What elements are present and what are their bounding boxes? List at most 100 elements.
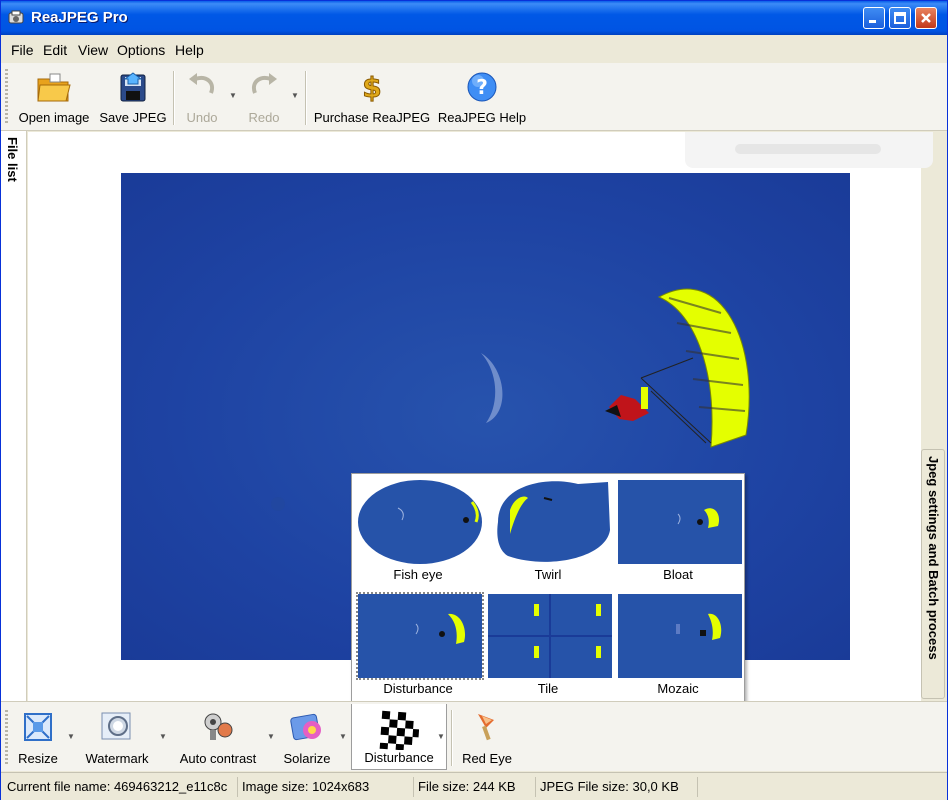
tile-thumbnail <box>488 594 612 678</box>
effects-separator <box>451 710 453 766</box>
mozaic-label: Mozaic <box>657 681 699 696</box>
window-title: ReaJPEG Pro <box>31 9 128 26</box>
save-jpeg-button[interactable]: Save JPEG <box>97 67 169 129</box>
effect-disturbance[interactable]: Disturbance <box>356 592 484 702</box>
toolbar-grip[interactable] <box>5 69 8 123</box>
menu-file[interactable]: File <box>11 42 34 58</box>
tile-label: Tile <box>537 681 559 696</box>
open-image-button[interactable]: Open image <box>15 67 93 129</box>
help-icon: ? <box>467 72 497 102</box>
status-empty-cell <box>697 777 945 797</box>
toolbar-separator <box>173 71 175 125</box>
effects-toolbar: Resize ▼ Watermark ▼ Auto contrast ▼ Sol… <box>1 701 947 771</box>
menu-options[interactable]: Options <box>117 42 165 58</box>
status-file-size: File size: 244 KB <box>413 777 531 797</box>
help-label: ReaJPEG Help <box>437 110 527 125</box>
toolbar-separator <box>305 71 307 125</box>
disturbance-icon <box>379 710 419 750</box>
jpeg-settings-label: Jpeg settings and Batch process <box>926 456 941 660</box>
menu-edit[interactable]: Edit <box>43 42 67 58</box>
open-image-label: Open image <box>18 110 90 125</box>
jpeg-settings-tab[interactable]: Jpeg settings and Batch process <box>921 449 945 699</box>
disturbance-label: Disturbance <box>383 681 453 696</box>
menu-help[interactable]: Help <box>175 42 204 58</box>
effect-fish-eye[interactable]: Fish eye <box>356 478 482 588</box>
red-eye-label: Red Eye <box>462 751 512 766</box>
effect-twirl[interactable]: Twirl <box>486 478 612 588</box>
file-size-label: File size: <box>418 779 470 794</box>
bloat-label: Bloat <box>663 567 693 582</box>
solarize-label: Solarize <box>283 751 331 766</box>
fish-eye-label: Fish eye <box>393 567 443 582</box>
solarize-button[interactable]: Solarize <box>281 704 333 770</box>
maximize-icon <box>894 12 906 24</box>
effect-tile[interactable]: Tile <box>486 592 612 702</box>
dollar-icon: $ <box>362 71 382 103</box>
file-list-tab[interactable]: File list <box>5 137 20 182</box>
save-jpeg-label: Save JPEG <box>99 110 167 125</box>
app-icon <box>8 10 24 24</box>
folder-icon <box>37 73 71 102</box>
jpeg-size-label: JPEG File size: <box>540 779 629 794</box>
jpeg-size-value: 30,0 KB <box>632 779 679 794</box>
red-eye-icon <box>478 714 494 741</box>
file-size-value: 244 KB <box>472 779 516 794</box>
app-window: ReaJPEG Pro File Edit View Options Help … <box>0 0 948 800</box>
main-toolbar: Open image Save JPEG Undo ▼ Redo ▼ $ Pur… <box>1 63 947 131</box>
progress-placeholder <box>685 132 933 168</box>
auto-contrast-dropdown-icon[interactable]: ▼ <box>267 732 275 741</box>
undo-label: Undo <box>186 110 218 125</box>
purchase-label: Purchase ReaJPEG <box>313 110 431 125</box>
watermark-icon <box>101 712 131 740</box>
title-bar[interactable]: ReaJPEG Pro <box>1 1 947 35</box>
redo-button[interactable]: Redo <box>241 67 287 129</box>
fish-eye-thumbnail <box>358 480 482 564</box>
undo-dropdown-icon[interactable]: ▼ <box>229 91 237 100</box>
disturbance-dropdown-icon[interactable]: ▼ <box>437 732 445 741</box>
menu-bar: File Edit View Options Help <box>1 35 947 63</box>
solarize-dropdown-icon[interactable]: ▼ <box>339 732 347 741</box>
file-name-value: 469463212_e11c8c <box>113 779 228 794</box>
bloat-thumbnail <box>618 480 742 564</box>
resize-dropdown-icon[interactable]: ▼ <box>67 732 75 741</box>
effects-toolbar-grip[interactable] <box>5 710 8 764</box>
disturbance-thumbnail <box>356 592 484 680</box>
help-button[interactable]: ? ReaJPEG Help <box>437 67 527 129</box>
disturbance-label: Disturbance <box>364 750 434 765</box>
svg-text:?: ? <box>476 75 488 99</box>
close-icon <box>921 13 931 23</box>
resize-button[interactable]: Resize <box>13 704 63 770</box>
twirl-thumbnail <box>488 480 612 564</box>
undo-icon <box>189 73 214 94</box>
watermark-button[interactable]: Watermark <box>81 704 153 770</box>
minimize-icon <box>869 20 876 23</box>
auto-contrast-icon <box>204 713 233 740</box>
disturbance-button[interactable]: Disturbance <box>351 704 447 770</box>
undo-button[interactable]: Undo <box>179 67 225 129</box>
image-size-label: Image size: <box>242 779 309 794</box>
maximize-button[interactable] <box>889 7 911 29</box>
solarize-icon <box>290 713 321 741</box>
status-jpeg-size: JPEG File size: 30,0 KB <box>535 777 695 797</box>
mozaic-thumbnail <box>618 594 742 678</box>
status-image-size: Image size: 1024x683 <box>237 777 407 797</box>
effect-mozaic[interactable]: Mozaic <box>616 592 742 702</box>
watermark-label: Watermark <box>85 751 149 766</box>
resize-icon <box>24 713 52 741</box>
watermark-dropdown-icon[interactable]: ▼ <box>159 732 167 741</box>
status-bar: Current file name: 469463212_e11c8c Imag… <box>1 772 947 800</box>
red-eye-button[interactable]: Red Eye <box>457 704 517 770</box>
svg-text:$: $ <box>362 71 381 103</box>
redo-icon <box>252 73 277 94</box>
close-button[interactable] <box>915 7 937 29</box>
resize-label: Resize <box>18 751 58 766</box>
auto-contrast-button[interactable]: Auto contrast <box>173 704 263 770</box>
redo-dropdown-icon[interactable]: ▼ <box>291 91 299 100</box>
effect-bloat[interactable]: Bloat <box>616 478 742 588</box>
minimize-button[interactable] <box>863 7 885 29</box>
purchase-button[interactable]: $ Purchase ReaJPEG <box>313 67 431 129</box>
menu-view[interactable]: View <box>78 42 108 58</box>
auto-contrast-label: Auto contrast <box>179 751 257 766</box>
status-file-name: Current file name: 469463212_e11c8c <box>3 777 235 797</box>
file-list-panel[interactable]: File list <box>1 131 27 701</box>
